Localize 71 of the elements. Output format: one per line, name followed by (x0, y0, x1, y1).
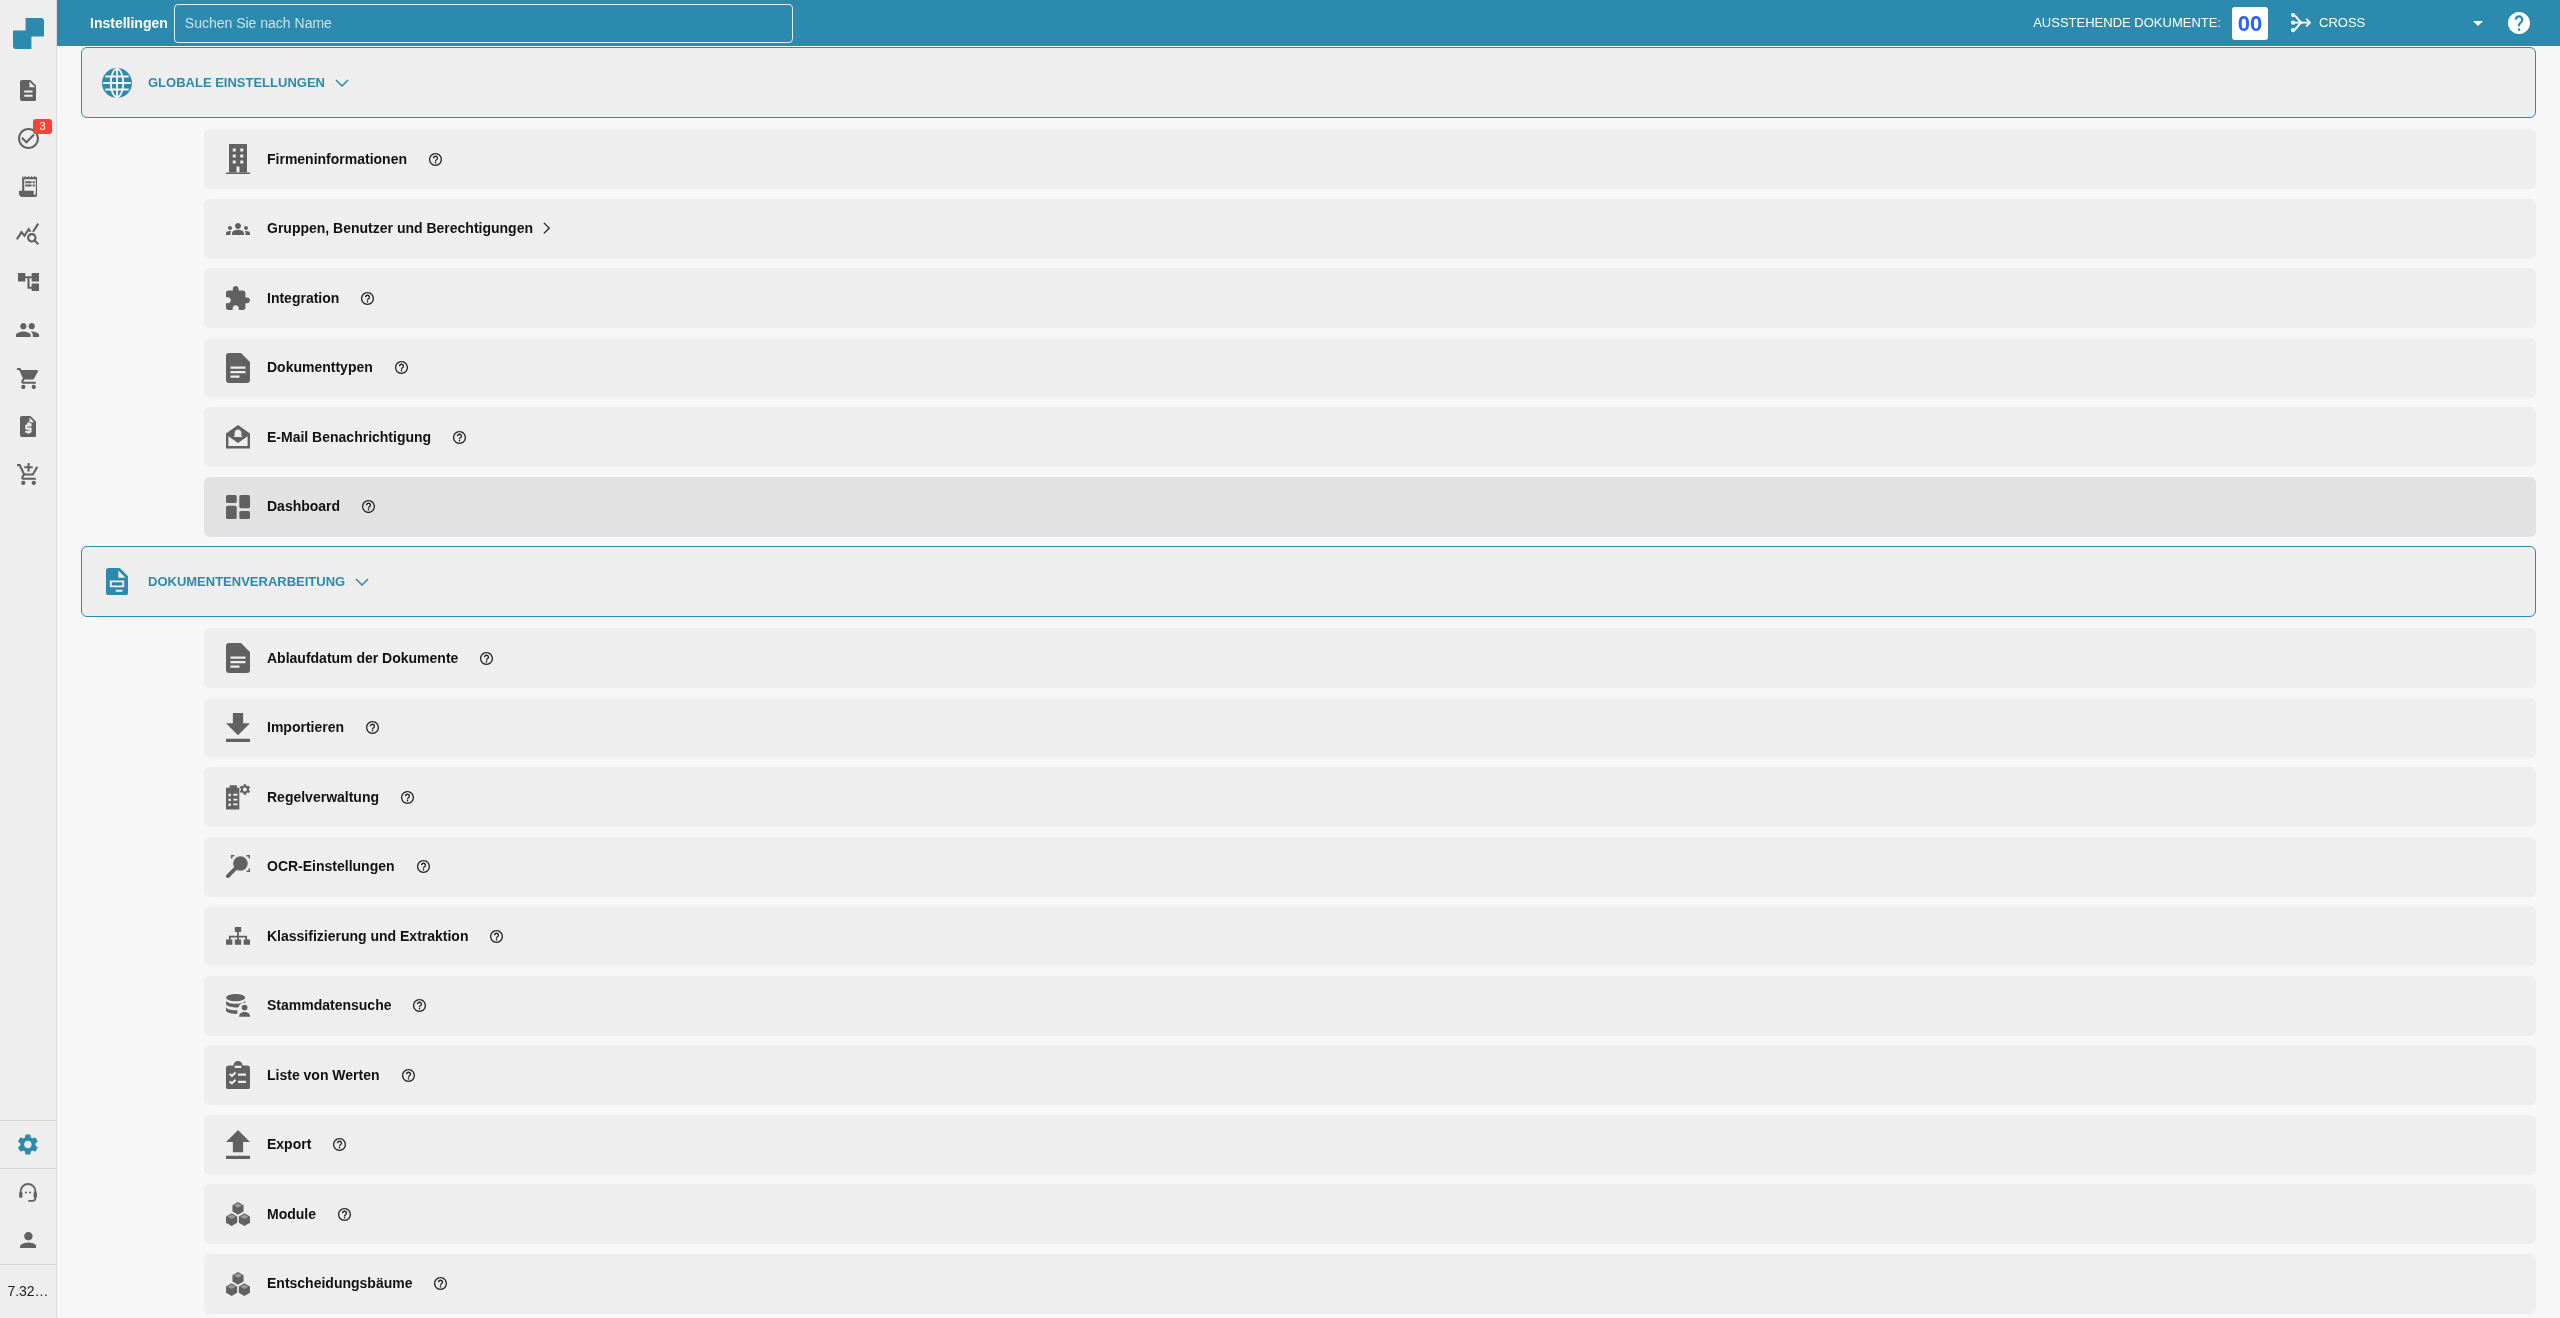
document-icon[interactable] (19, 79, 37, 101)
download-icon (226, 712, 250, 743)
help-icon[interactable] (333, 1138, 347, 1151)
branch-icon (2291, 13, 2311, 33)
settings-row[interactable]: Export (204, 1114, 2536, 1175)
envelope-bell-icon (226, 425, 250, 449)
page-title: Instellingen (90, 13, 168, 33)
settings-row[interactable]: Gruppen, Benutzer und Berechtigungen (204, 198, 2536, 259)
help-icon[interactable] (338, 1207, 351, 1221)
help-icon[interactable] (453, 430, 467, 444)
tiles-icon (226, 494, 250, 519)
settings-row[interactable]: Klassifizierung und Extraktion (204, 906, 2536, 966)
notification-badge: 3 (33, 119, 52, 134)
settings-row[interactable]: Ablaufdatum der Dokumente (204, 628, 2536, 688)
document-icon (226, 643, 250, 673)
cubes-icon (226, 1271, 250, 1296)
help-icon[interactable] (366, 721, 379, 734)
help-icon[interactable] (401, 1068, 415, 1082)
help-icon[interactable] (413, 999, 427, 1012)
pending-documents-label: AUSSTEHENDE DOKUMENTE: (2033, 14, 2221, 33)
settings-row[interactable]: Liste von Werten (204, 1045, 2536, 1105)
help-icon[interactable] (401, 790, 415, 804)
settings-icon[interactable] (18, 1134, 38, 1155)
invoice-icon[interactable] (19, 415, 37, 437)
document-icon (106, 567, 128, 596)
logo-icon[interactable] (12, 18, 44, 49)
cubes-icon (226, 1202, 250, 1226)
chart-search-icon[interactable] (16, 222, 40, 245)
help-icon[interactable] (394, 361, 408, 374)
clipboard-gear-icon (226, 784, 250, 810)
settings-row[interactable]: Dokumenttypen (204, 337, 2536, 398)
people-icon[interactable] (16, 322, 40, 338)
cart-icon[interactable] (16, 367, 40, 389)
globe-icon (102, 67, 132, 98)
settings-row[interactable]: Stammdatensuche (204, 975, 2536, 1036)
version-label: 7.32… (7, 1282, 49, 1301)
puzzle-icon (226, 286, 250, 310)
help-icon[interactable] (416, 860, 430, 873)
database-user-icon (226, 994, 250, 1017)
magnifier-icon (226, 855, 250, 878)
search-field[interactable]: Suchen Sie nach Name (173, 3, 793, 43)
help-icon[interactable] (362, 500, 376, 513)
help-icon[interactable] (480, 651, 494, 665)
cart-plus-icon[interactable] (16, 462, 40, 485)
settings-row[interactable]: E-Mail Benachrichtigung (204, 407, 2536, 467)
caret-icon (2473, 20, 2483, 26)
upload-icon (226, 1129, 250, 1160)
settings-row[interactable]: Module (204, 1184, 2536, 1244)
checklist-icon (226, 1060, 250, 1090)
settings-row[interactable]: Dashboard (204, 476, 2536, 537)
settings-row[interactable]: Firmeninformationen (204, 129, 2536, 189)
help-icon[interactable] (429, 152, 442, 166)
people-group-icon (226, 222, 250, 235)
workflow-dropdown[interactable]: CROSS (2291, 6, 2483, 40)
document-icon (226, 352, 250, 383)
hierarchy-icon (226, 927, 250, 945)
help-icon[interactable] (490, 929, 504, 943)
building-icon (226, 144, 250, 174)
hierarchy-icon[interactable] (17, 272, 39, 292)
person-icon[interactable] (19, 1231, 37, 1249)
settings-row[interactable]: OCR-Einstellungen (204, 836, 2536, 897)
settings-row[interactable]: Entscheidungsbäume (204, 1253, 2536, 1314)
headset-icon[interactable] (18, 1183, 37, 1202)
settings-row[interactable]: Integration (204, 268, 2536, 328)
pending-count: 00 (2232, 6, 2268, 40)
receipt-icon[interactable] (18, 175, 38, 197)
settings-row[interactable]: Importieren (204, 697, 2536, 758)
help-icon[interactable] (434, 1277, 448, 1290)
help-icon[interactable] (361, 291, 375, 305)
settings-row[interactable]: Regelverwaltung (204, 767, 2536, 827)
chevron-right-icon (543, 222, 550, 235)
